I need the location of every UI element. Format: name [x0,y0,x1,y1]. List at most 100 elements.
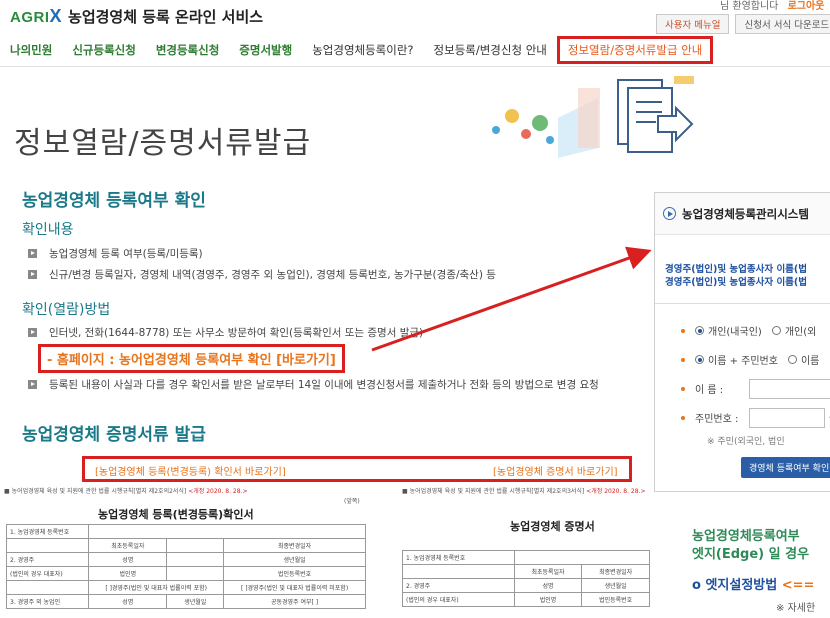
doc1-cell [5,580,90,595]
table-row: 최초등록일자 최종변경일자 [402,564,650,579]
list-item: 신규/변경 등록일자, 경영체 내역(경영주, 경영주 외 농업인), 경영체 … [28,267,496,282]
certificate-links-box: [농업경영체 등록(변경등록) 확인서 바로가기] [농업경영체 증명서 바로가… [82,456,632,482]
name-row: 이 름 : [681,374,830,403]
section-registration-check-title: 농업경영체 등록여부 확인 [22,191,206,211]
radio-label: 이름 [800,356,820,367]
confirmation-link[interactable]: [농업경영체 등록(변경등록) 확인서 바로가기] [95,463,286,478]
radio-personal-foreign[interactable] [771,326,781,335]
method-heading: 확인(열람)방법 [22,302,111,318]
table-row: 최초등록일자 최종변경일자 [5,538,366,553]
service-title: 농업경영체 등록 온라인 서비스 [68,8,264,26]
page-title: 정보열람/증명서류발급 [14,126,312,161]
name-label: 이 름 : [695,385,724,396]
doc1-cell: 법인등록번호 [223,566,366,581]
nav-divider [0,66,830,67]
radio-personal-domestic[interactable] [695,326,704,335]
type-row: 개인(내국인) 개인(외 [681,316,830,345]
document-illustration [492,76,694,158]
play-circle-icon [663,207,676,220]
doc1-cell: [ ]경영주(법인 및 대표자 법률이력 포함) [88,580,225,595]
registration-check-panel: 농업경영체등록관리시스템 경영주(법인)및 농업종사자 이름(법 경영주(법인)… [654,192,830,492]
detail-note: ※ 자세한 [776,603,816,614]
doc1-cell [166,552,225,567]
table-row: (법인의 경우 대표자) 법인명 법인등록번호 [402,592,650,607]
table-row: 3. 경영주 외 농업인 성명 생년월일 공동경영주 여부[ ] [5,594,366,609]
panel-title: 농업경영체등록관리시스템 [682,206,809,221]
check-registration-button[interactable]: 경영체 등록여부 확인 [741,457,830,478]
rrn-note: ※ 주민(외국인, 법인 [707,437,785,447]
doc2-title: 농업경영체 증명서 [510,520,595,533]
edge-setting-label: o 엣지설정방법 [692,578,778,593]
nav-certificate-issue[interactable]: 증명서발행 [229,42,302,58]
rrn-row: 주민번호 : - [681,403,830,432]
doc1-cell: 최초등록일자 [88,538,168,553]
rrn-label: 주민번호 : [695,414,739,425]
section-certificate-title: 농업경영체 증명서류 발급 [22,425,206,445]
nav-new-registration[interactable]: 신규등록신청 [62,42,145,58]
table-row: 2. 경영주 성명 생년월일 [5,552,366,567]
edge-setting-link[interactable]: o 엣지설정방법 <== [692,574,814,593]
homepage-shortcut-link[interactable]: - 홈페이지 : 농어업경영체 등록여부 확인 [바로가기] [38,344,345,373]
doc1-cell: 1. 농업경영체 등록번호 [5,524,90,539]
doc1-cell: 성명 [88,552,168,567]
main-navigation: 나의민원 신규등록신청 변경등록신청 증명서발행 농업경영체등록이란? 정보등록… [0,36,830,64]
list-item: 농업경영체 등록 여부(등록/미등록) [28,246,203,261]
confirmation-document-preview[interactable]: (앞쪽) 농업경영체 등록(변경등록)확인서 1. 농업경영체 등록번호 최초등… [4,494,366,618]
radio-name-other[interactable] [787,355,797,364]
logout-link[interactable]: 로그아웃 [788,1,825,12]
doc1-cell: (법인의 경우 대표자) [5,566,90,581]
welcome-label: 님 환영합니다 [720,1,779,12]
arrow-icon: <== [781,578,815,593]
nav-about-registration[interactable]: 농업경영체등록이란? [302,42,423,58]
nav-my-requests[interactable]: 나의민원 [0,42,62,58]
user-manual-button[interactable]: 사용자 메뉴얼 [656,14,730,34]
bullet-dot-icon [681,328,685,333]
certificate-link[interactable]: [농업경영체 증명서 바로가기] [493,463,618,478]
agrix-logo: AGRIX [10,6,63,26]
radio-label: 이름 + 주민번호 [708,356,778,367]
doc2-cell [402,564,515,579]
nav-change-registration[interactable]: 변경등록신청 [146,42,229,58]
doc1-title: 농업경영체 등록(변경등록)확인서 [98,508,254,521]
radio-name-rrn[interactable] [695,355,704,364]
doc1-cell: 법인명 [88,566,168,581]
nav-inquiry-guide[interactable]: 정보열람/증명서류발급 안내 [556,36,714,64]
list-item: 인터넷, 전화(1644-8778) 또는 사무소 방문하여 확인(등록확인서 … [28,325,423,340]
doc2-cell: 생년월일 [581,578,650,593]
bullet-dot-icon [681,386,685,391]
edge-line: 엣지(Edge) 일 경우 [692,547,810,562]
certificate-document-preview[interactable]: 농업경영체 증명서 1. 농업경영체 등록번호 최초등록일자 최종변경일자 2. … [402,494,651,618]
table-row: 1. 농업경영체 등록번호 [5,524,366,539]
utility-buttons: 사용자 메뉴얼 신청서 서식 다운로드 [656,14,830,34]
method-item-text: 인터넷, 전화(1644-8778) 또는 사무소 방문하여 확인(등록확인서 … [49,327,424,339]
doc1-cell: 공동경영주 여부[ ] [223,594,366,609]
radio-label: 개인(내국인) [708,327,762,338]
logo[interactable]: AGRIX 농업경영체 등록 온라인 서비스 [10,6,263,27]
bullet-dot-icon [681,357,685,362]
doc2-cell: 2. 경영주 [402,578,515,593]
panel-header: 농업경영체등록관리시스템 [655,193,830,235]
name-input[interactable] [749,378,830,399]
doc2-cell: 법인등록번호 [581,592,650,607]
bullet-icon [28,270,37,279]
rrn-input[interactable] [749,407,825,428]
bullet-icon [28,380,37,389]
doc1-cell [5,538,90,553]
doc1-cell [88,524,366,539]
edge-notice: 농업경영체등록여부 엣지(Edge) 일 경우 [692,528,809,564]
change-item-text: 등록된 내용이 사실과 다를 경우 확인서를 받은 날로부터 14일 이내에 변… [49,379,599,391]
doc1-cell: 2. 경영주 [5,552,90,567]
bullet-icon [28,249,37,258]
table-row: 1. 농업경영체 등록번호 [402,550,651,565]
doc1-page-no: (앞쪽) [344,498,360,505]
content-item-text: 신규/변경 등록일자, 경영체 내역(경영주, 경영주 외 농업인), 경영체 … [49,269,496,281]
doc1-cell: 3. 경영주 외 농업인 [5,594,90,609]
edge-line: 농업경영체등록여부 [692,529,800,544]
doc1-cell: 성명 [88,594,168,609]
form-download-button[interactable]: 신청서 서식 다운로드 [735,14,830,34]
nav-registration-guide[interactable]: 정보등록/변경신청 안내 [424,42,557,58]
doc1-cell: 생년월일 [223,552,366,567]
doc1-cell: [ ]경영주(법인 및 대표자 법률이력 미포함) [223,580,366,595]
doc1-cell: 생년월일 [166,594,225,609]
doc2-cell [513,550,651,565]
